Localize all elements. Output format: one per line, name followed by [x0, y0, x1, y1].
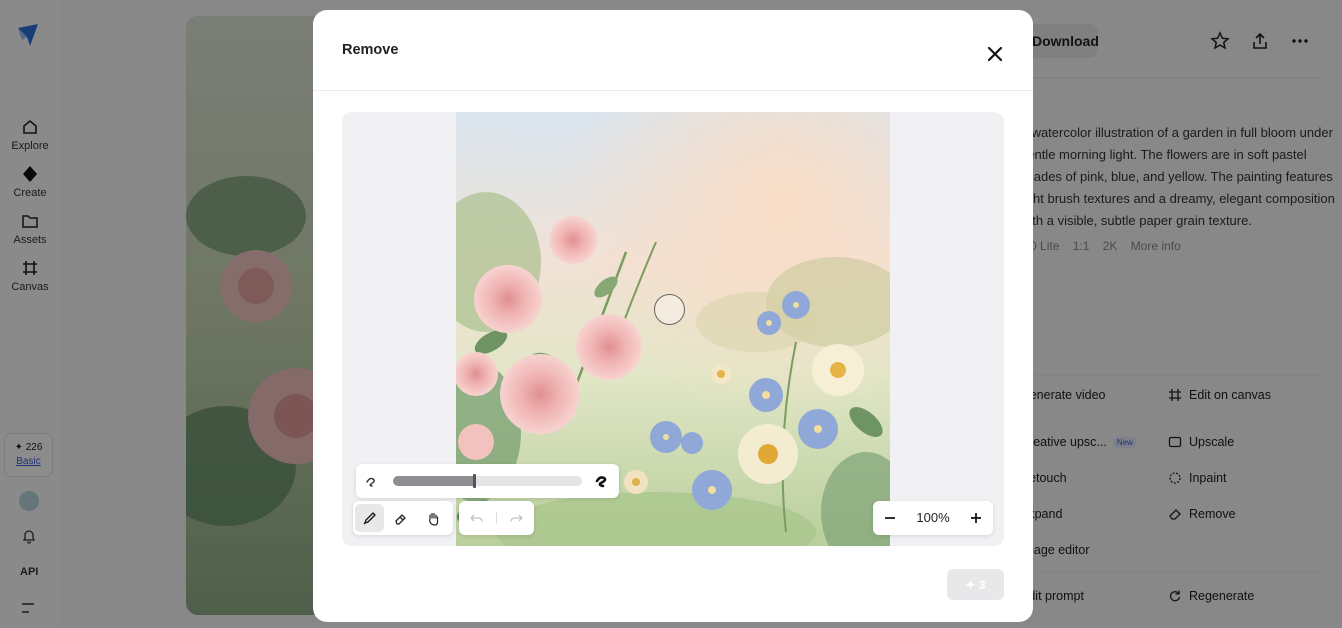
- zoom-out-button[interactable]: [880, 508, 900, 528]
- brush-icon: [363, 511, 376, 524]
- undo-button[interactable]: [462, 504, 491, 532]
- brush-size-panel: [356, 464, 619, 498]
- remove-modal: Remove 100% ✦ 3: [313, 10, 1033, 622]
- divider: [496, 512, 497, 524]
- history-group: [459, 501, 534, 535]
- eraser-tool[interactable]: [387, 504, 416, 532]
- pan-tool[interactable]: [419, 504, 448, 532]
- brush-small-icon: [366, 477, 375, 487]
- zoom-in-button[interactable]: [966, 508, 986, 528]
- submit-remove-button[interactable]: ✦ 3: [947, 569, 1004, 600]
- plus-icon: [971, 513, 981, 523]
- brush-size-slider[interactable]: [393, 474, 582, 488]
- modal-title: Remove: [342, 42, 399, 58]
- slider-fill: [393, 476, 474, 486]
- brush-tool[interactable]: [355, 504, 384, 532]
- hand-icon: [429, 512, 439, 526]
- eraser-icon: [395, 513, 406, 525]
- slider-thumb[interactable]: [473, 474, 476, 488]
- edit-canvas[interactable]: 100%: [342, 112, 1004, 546]
- redo-icon: [510, 514, 523, 522]
- close-icon[interactable]: [984, 43, 1006, 65]
- divider: [313, 90, 1033, 91]
- brush-cursor: [654, 294, 685, 325]
- zoom-controls: 100%: [873, 501, 993, 535]
- zoom-level: 100%: [916, 510, 950, 525]
- minus-icon: [885, 517, 895, 519]
- tool-group: [353, 501, 453, 535]
- redo-button[interactable]: [502, 504, 531, 532]
- brush-large-icon: [595, 476, 607, 488]
- undo-icon: [470, 514, 483, 522]
